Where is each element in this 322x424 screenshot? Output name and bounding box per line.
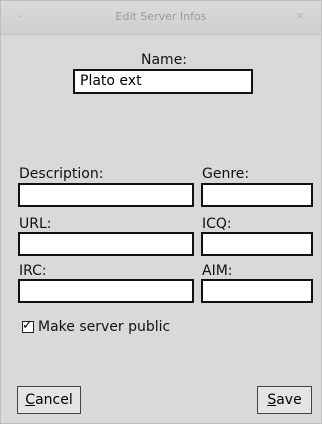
title-bar[interactable]: – Edit Server Infos × <box>1 1 321 35</box>
name-label: Name: <box>141 52 188 68</box>
cancel-mnemonic: C <box>25 392 36 408</box>
description-field[interactable] <box>18 183 194 207</box>
icq-field[interactable] <box>201 232 313 256</box>
checkmark-icon: ✓ <box>22 318 33 333</box>
close-icon[interactable]: × <box>296 10 305 22</box>
irc-label: IRC: <box>19 263 47 279</box>
cancel-label-rest: ancel <box>35 392 73 408</box>
url-label: URL: <box>19 216 52 232</box>
save-label-rest: ave <box>276 392 302 408</box>
make-public-label[interactable]: Make server public <box>38 319 170 335</box>
icq-label: ICQ: <box>202 216 232 232</box>
genre-label: Genre: <box>202 166 250 182</box>
make-public-checkbox[interactable]: ✓ <box>22 318 34 333</box>
aim-field[interactable] <box>201 279 313 303</box>
save-button[interactable]: Save <box>257 386 312 414</box>
name-field[interactable]: Plato ext <box>73 69 253 94</box>
cancel-button[interactable]: Cancel <box>17 386 81 414</box>
url-field[interactable] <box>18 232 194 256</box>
edit-server-dialog: – Edit Server Infos × Name: Plato ext De… <box>0 0 322 424</box>
description-label: Description: <box>19 166 104 182</box>
irc-field[interactable] <box>18 279 194 303</box>
save-mnemonic: S <box>267 392 277 408</box>
aim-label: AIM: <box>202 263 233 279</box>
window-title: Edit Server Infos <box>115 10 207 23</box>
genre-field[interactable] <box>201 183 313 207</box>
